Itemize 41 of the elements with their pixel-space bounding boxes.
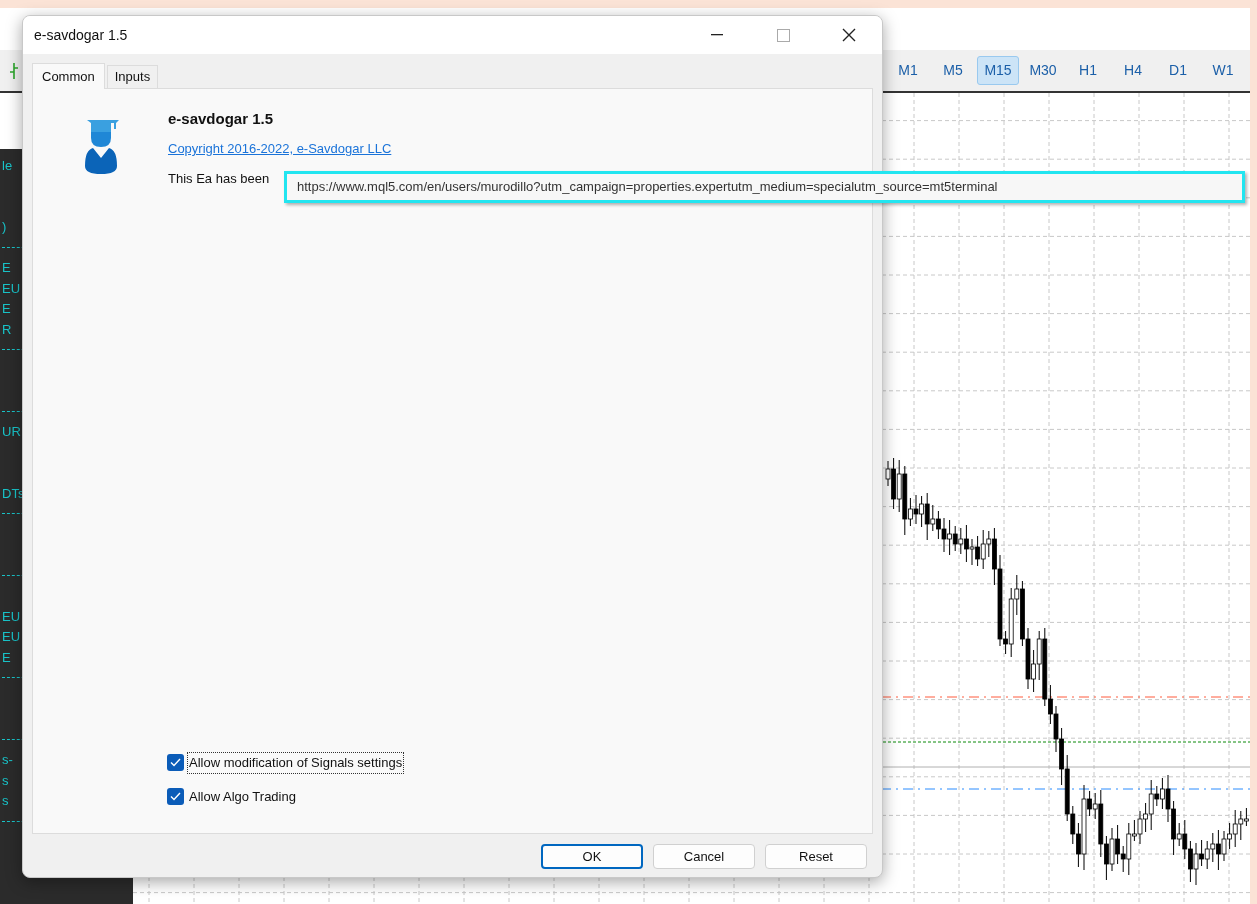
navigator-text: E <box>2 300 11 318</box>
timeframe-button[interactable]: M30 <box>1022 56 1064 85</box>
navigator-text: s- <box>2 751 13 769</box>
navigator-text: E <box>2 259 11 277</box>
copyright-link[interactable]: Copyright 2016-2022, e-Savdogar LLC <box>168 139 392 159</box>
expert-name: e-savdogar 1.5 <box>168 110 275 128</box>
minimize-icon <box>711 34 723 36</box>
timeframe-button[interactable]: M15 <box>977 56 1019 85</box>
graduate-icon <box>83 120 121 174</box>
navigator-text: R <box>2 320 12 339</box>
dialog-button[interactable]: OK <box>541 844 643 869</box>
navigator-text: UR <box>2 423 21 441</box>
navigator-text: s <box>2 771 9 790</box>
checkbox-label[interactable]: Allow modification of Signals settings <box>187 752 405 774</box>
tab[interactable]: Inputs <box>106 65 159 88</box>
window-title: e-savdogar 1.5 <box>34 25 128 45</box>
navigator-text: EU <box>2 607 21 626</box>
timeframe-button[interactable]: D1 <box>1157 56 1199 85</box>
checkbox[interactable] <box>167 787 184 805</box>
navigator-text: E <box>2 648 11 667</box>
timeframe-button[interactable]: H1 <box>1067 56 1109 85</box>
url-tooltip: https://www.mql5.com/en/users/murodillo?utm_campaign=properties.expertutm_medium=specialutm_source=mt5terminal <box>284 171 1245 203</box>
close-icon <box>842 28 856 42</box>
tab[interactable]: Common <box>32 63 105 89</box>
checkmark-icon <box>170 758 181 768</box>
checkbox-label[interactable]: Allow Algo Trading <box>187 785 298 807</box>
maximize-icon <box>776 28 790 42</box>
navigator-text: ) <box>2 218 7 236</box>
navigator-text: s <box>2 792 9 810</box>
timeframe-button[interactable]: W1 <box>1202 56 1244 85</box>
timeframe-button[interactable]: H4 <box>1112 56 1154 85</box>
chart-tool-icon[interactable] <box>9 62 19 79</box>
navigator-text: le <box>2 156 13 175</box>
timeframe-button[interactable]: M5 <box>932 56 974 85</box>
checkmark-icon <box>170 791 181 801</box>
dialog-button[interactable]: Cancel <box>653 844 755 869</box>
navigator-text: EU <box>2 279 21 298</box>
checkbox[interactable] <box>167 754 184 772</box>
navigator-text: EU <box>2 628 21 646</box>
timeframe-button[interactable]: M1 <box>887 56 929 85</box>
dialog-button[interactable]: Reset <box>765 844 867 869</box>
